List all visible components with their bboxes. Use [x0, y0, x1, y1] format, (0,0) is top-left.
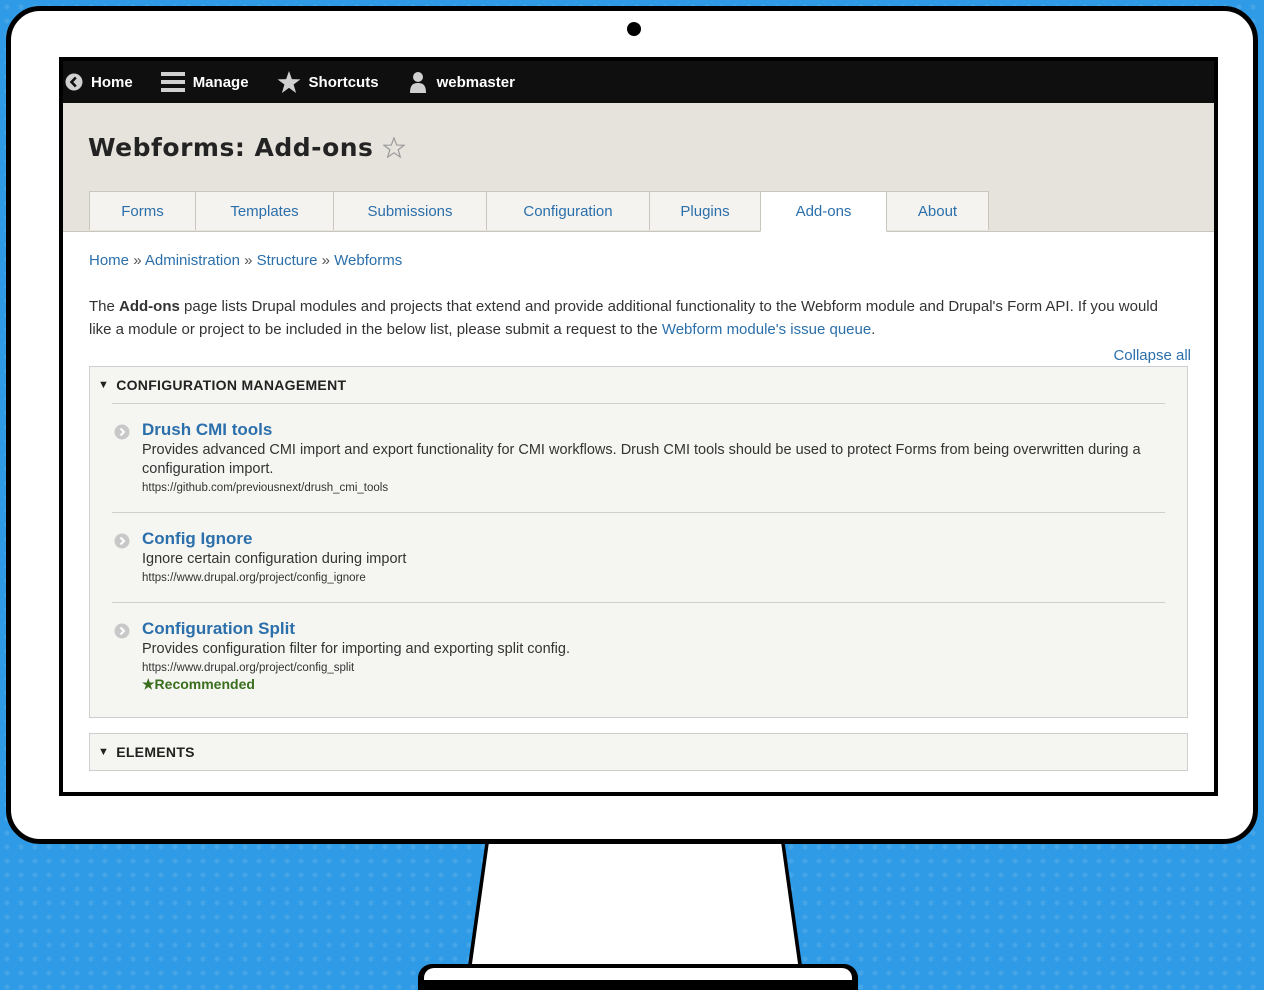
breadcrumb-webforms[interactable]: Webforms [334, 252, 402, 269]
item-title-link[interactable]: Configuration Split [142, 619, 1165, 639]
tab-about[interactable]: About [886, 191, 989, 230]
page-title: Webforms: Add-ons [88, 133, 406, 162]
tab-submissions[interactable]: Submissions [333, 191, 487, 230]
triangle-down-icon: ▼ [98, 379, 110, 391]
intro-part: The [89, 298, 120, 315]
chevron-circle-icon [114, 533, 130, 549]
breadcrumb-structure[interactable]: Structure [257, 252, 318, 269]
tab-plugins-label: Plugins [680, 202, 730, 220]
list-item: Drush CMI tools Provides advanced CMI im… [112, 403, 1165, 512]
tab-forms[interactable]: Forms [89, 191, 196, 230]
toolbar-home[interactable]: Home [65, 73, 133, 91]
tab-add-ons-label: Add-ons [795, 203, 852, 220]
camera-dot [627, 22, 641, 36]
toolbar-user-label: webmaster [436, 73, 515, 91]
section-title: CONFIGURATION MANAGEMENT [116, 377, 347, 393]
toolbar-home-label: Home [91, 73, 133, 91]
item-url: https://www.drupal.org/project/config_ig… [142, 572, 366, 584]
item-title-link[interactable]: Config Ignore [142, 529, 1165, 549]
section-summary[interactable]: ▼ CONFIGURATION MANAGEMENT [90, 367, 1187, 403]
item-description: Provides configuration filter for import… [142, 641, 570, 657]
hamburger-menu-icon [160, 72, 185, 92]
intro-bold: Add-ons [119, 298, 180, 315]
main-content: Home » Administration » Structure » Webf… [63, 252, 1214, 771]
breadcrumb-separator: » [321, 252, 330, 269]
section-body: Drush CMI tools Provides advanced CMI im… [90, 403, 1187, 717]
tab-templates[interactable]: Templates [195, 191, 334, 230]
toolbar-shortcuts-label: Shortcuts [308, 73, 379, 91]
screen: Home Manage Shortcuts webmaster Webforms… [59, 57, 1218, 796]
issue-queue-link[interactable]: Webform module's issue queue [662, 321, 871, 338]
item-description: Provides advanced CMI import and export … [142, 442, 1141, 477]
list-item: Configuration Split Provides configurati… [112, 602, 1165, 717]
breadcrumb-home[interactable]: Home [89, 252, 129, 269]
tab-plugins[interactable]: Plugins [649, 191, 761, 230]
shortcut-star-icon[interactable] [383, 137, 406, 158]
item-url: https://github.com/previousnext/drush_cm… [142, 482, 389, 494]
intro-part: . [871, 321, 876, 338]
item-title-link[interactable]: Drush CMI tools [142, 420, 1165, 440]
tab-about-label: About [917, 202, 958, 220]
breadcrumb-separator: » [133, 252, 142, 269]
tab-configuration[interactable]: Configuration [486, 191, 650, 230]
toolbar-user[interactable]: webmaster [407, 71, 515, 93]
tab-forms-label: Forms [121, 202, 164, 220]
page-title-text: Webforms: Add-ons [88, 133, 374, 162]
breadcrumb-administration[interactable]: Administration [145, 252, 240, 269]
back-arrow-icon [65, 73, 83, 91]
primary-tabs: Forms Templates Submissions Configuratio… [89, 191, 989, 232]
tab-configuration-label: Configuration [523, 202, 613, 220]
toolbar-manage-label: Manage [192, 73, 249, 91]
star-icon [277, 71, 301, 93]
toolbar-shortcuts[interactable]: Shortcuts [277, 71, 379, 93]
item-description: Ignore certain configuration during impo… [142, 551, 407, 567]
user-icon [409, 72, 426, 93]
recommended-badge: ★Recommended [142, 676, 255, 692]
section-elements: ▼ ELEMENTS [89, 733, 1188, 771]
intro-text: The Add-ons page lists Drupal modules an… [89, 295, 1159, 341]
section-configuration-management: ▼ CONFIGURATION MANAGEMENT Drush CMI too… [89, 366, 1188, 718]
chevron-circle-icon [114, 623, 130, 639]
intro-part: page lists Drupal modules and projects t… [89, 298, 1158, 338]
chevron-circle-icon [114, 424, 130, 440]
monitor-base [424, 968, 852, 980]
breadcrumb: Home » Administration » Structure » Webf… [89, 252, 1188, 269]
monitor-stand [470, 836, 800, 978]
collapse-all-link[interactable]: Collapse all [89, 347, 1191, 364]
triangle-down-icon: ▼ [98, 746, 110, 758]
toolbar-manage[interactable]: Manage [160, 71, 249, 93]
admin-toolbar: Home Manage Shortcuts webmaster [63, 61, 1214, 103]
section-title: ELEMENTS [116, 744, 195, 760]
tab-templates-label: Templates [230, 202, 299, 220]
page-header: Webforms: Add-ons Forms Templates Submis… [63, 103, 1214, 232]
tab-add-ons[interactable]: Add-ons [760, 191, 887, 232]
list-item: Config Ignore Ignore certain configurati… [112, 512, 1165, 602]
breadcrumb-separator: » [244, 252, 253, 269]
tab-submissions-label: Submissions [367, 202, 453, 220]
item-url: https://www.drupal.org/project/config_sp… [142, 662, 355, 674]
section-summary[interactable]: ▼ ELEMENTS [90, 734, 1187, 770]
browser-page: Home Manage Shortcuts webmaster Webforms… [63, 61, 1214, 792]
